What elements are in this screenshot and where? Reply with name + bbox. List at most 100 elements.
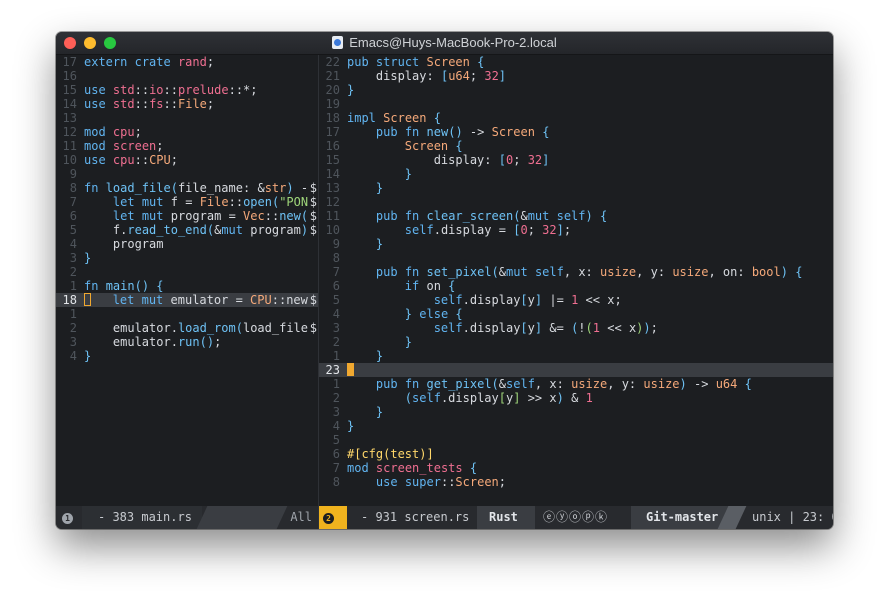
code-line[interactable]: 3 self.display[y] &= (!(1 << x));: [319, 321, 833, 335]
line-number: 6: [332, 447, 340, 461]
code-line[interactable]: 3}: [56, 251, 318, 265]
left-buffer-info[interactable]: - 383 main.rs: [98, 506, 192, 529]
code-identifier: load_file: [242, 321, 308, 335]
code-line[interactable]: 4}: [319, 419, 833, 433]
left-mode-line[interactable]: 1 - 383 main.rs All: [56, 506, 318, 529]
code-identifier: y: [650, 265, 658, 279]
code-line[interactable]: 13 }: [319, 181, 833, 195]
code-bracket: }: [404, 167, 413, 181]
code-line[interactable]: 17 extern crate rand;: [56, 55, 318, 69]
current-line[interactable]: 23: [319, 363, 833, 377]
code-line[interactable]: 3 emulator.run();: [56, 335, 318, 349]
right-editor-pane[interactable]: 22 pub struct Screen {21 display: [u64; 3…: [319, 55, 833, 506]
code-line[interactable]: 2: [56, 265, 318, 279]
code-text: }: [84, 251, 91, 265]
code-type: CPU: [250, 293, 272, 307]
window-number-right: 2: [323, 513, 334, 524]
code-line[interactable]: 11 mod screen;: [56, 139, 318, 153]
code-punct: [419, 377, 426, 391]
code-punct: [737, 377, 744, 391]
code-line[interactable]: 8 fn load_file(file_name: &str) - $: [56, 181, 318, 195]
code-line[interactable]: 7 mod screen_tests {: [319, 461, 833, 475]
code-line[interactable]: 14 use std::fs::File;: [56, 97, 318, 111]
code-line[interactable]: 2 (self.display[y] >> x) & 1: [319, 391, 833, 405]
code-line[interactable]: 11 pub fn clear_screen(&mut self) {: [319, 209, 833, 223]
current-line[interactable]: 18 let mut emulator = CPU::new $: [56, 293, 318, 307]
code-bracket: }: [347, 419, 355, 433]
code-line[interactable]: 1 pub fn get_pixel(&self, x: usize, y: u…: [319, 377, 833, 391]
code-line[interactable]: 16: [56, 69, 318, 83]
code-line[interactable]: 10 use cpu::CPU;: [56, 153, 318, 167]
code-line[interactable]: 6 let mut program = Vec::new($: [56, 209, 318, 223]
code-keyword: self: [556, 209, 586, 223]
line-number: 5: [332, 293, 340, 307]
code-line[interactable]: 18 impl Screen {: [319, 111, 833, 125]
code-line[interactable]: 20}: [319, 83, 833, 97]
minor-modes[interactable]: ⓔⓨⓞⓟⓚ: [543, 506, 608, 529]
truncation-marker: $: [309, 223, 317, 237]
code-punct: [347, 181, 376, 195]
code-line[interactable]: 4 } else {: [319, 307, 833, 321]
code-punct: <: [585, 293, 593, 307]
code-line[interactable]: 9: [56, 167, 318, 181]
code-punct: :: [170, 83, 178, 97]
code-function: main: [105, 279, 135, 293]
code-line[interactable]: 1: [56, 307, 318, 321]
code-line[interactable]: 21 display: [u64; 32]: [319, 69, 833, 83]
code-punct: :: [228, 83, 236, 97]
code-line[interactable]: 1 }: [319, 349, 833, 363]
code-line[interactable]: 10 self.display = [0; 32];: [319, 223, 833, 237]
code-bracket: (: [199, 335, 207, 349]
code-line[interactable]: 4}: [56, 349, 318, 363]
code-line[interactable]: 7 let mut f = File::open("PON $: [56, 195, 318, 209]
code-line[interactable]: 9 }: [319, 237, 833, 251]
code-line[interactable]: 12: [319, 195, 833, 209]
code-text: pub fn set_pixel(&mut self, x: usize, y:…: [347, 265, 803, 279]
code-bracket: [: [498, 391, 506, 405]
major-mode[interactable]: Rust: [489, 506, 518, 529]
right-buffer-info[interactable]: - 931 screen.rs: [361, 506, 469, 529]
code-text: }: [347, 349, 383, 363]
code-line[interactable]: 5 f.read_to_end(&mut program) $: [56, 223, 318, 237]
code-line[interactable]: 5: [319, 433, 833, 447]
code-text: } else {: [347, 307, 463, 321]
code-line[interactable]: 6 if on {: [319, 279, 833, 293]
code-line[interactable]: 5 self.display[y] |= 1 << x;: [319, 293, 833, 307]
code-line[interactable]: 8: [319, 251, 833, 265]
code-module: rand: [177, 55, 207, 69]
code-punct: |: [549, 293, 557, 307]
vcs-branch[interactable]: Git-master: [646, 506, 718, 529]
code-punct: :: [235, 83, 244, 97]
code-line[interactable]: 4 program: [56, 237, 318, 251]
code-keyword: mut: [221, 223, 244, 237]
code-module: std: [112, 83, 135, 97]
code-line[interactable]: 2 emulator.load_rom(load_file $: [56, 321, 318, 335]
code-line[interactable]: 3 }: [319, 405, 833, 419]
code-line[interactable]: 14 }: [319, 167, 833, 181]
window-title-text: Emacs@Huys-MacBook-Pro-2.local: [349, 35, 557, 50]
code-line[interactable]: 19: [319, 97, 833, 111]
line-number: 7: [69, 195, 77, 209]
code-line[interactable]: 6 #[cfg(test)]: [319, 447, 833, 461]
code-punct: [347, 69, 376, 83]
code-punct: :: [134, 153, 142, 167]
code-line[interactable]: 8 use super::Screen;: [319, 475, 833, 489]
code-identifier: file_name: [177, 181, 243, 195]
code-identifier: display: [469, 293, 521, 307]
code-line[interactable]: 17 pub fn new() -> Screen {: [319, 125, 833, 139]
code-line[interactable]: 13: [56, 111, 318, 125]
code-line[interactable]: 2 }: [319, 335, 833, 349]
code-line[interactable]: 15 display: [0; 32]: [319, 153, 833, 167]
code-line[interactable]: 7 pub fn set_pixel(&mut self, x: usize, …: [319, 265, 833, 279]
code-line[interactable]: 16 Screen {: [319, 139, 833, 153]
code-punct: [347, 405, 376, 419]
code-line[interactable]: 12 mod cpu;: [56, 125, 318, 139]
code-identifier: x: [578, 265, 586, 279]
code-keyword: use: [375, 475, 398, 489]
left-editor-pane[interactable]: 17 extern crate rand; 16 15 use std::io::pre…: [56, 55, 318, 506]
code-punct: -: [300, 181, 309, 195]
code-line[interactable]: 1 fn main() {: [56, 279, 318, 293]
code-line[interactable]: 22 pub struct Screen {: [319, 55, 833, 69]
code-line[interactable]: 15 use std::io::prelude::*;: [56, 83, 318, 97]
right-mode-line[interactable]: 2 - 931 screen.rs Rust ⓔⓨⓞⓟⓚ Git-master …: [319, 506, 833, 529]
